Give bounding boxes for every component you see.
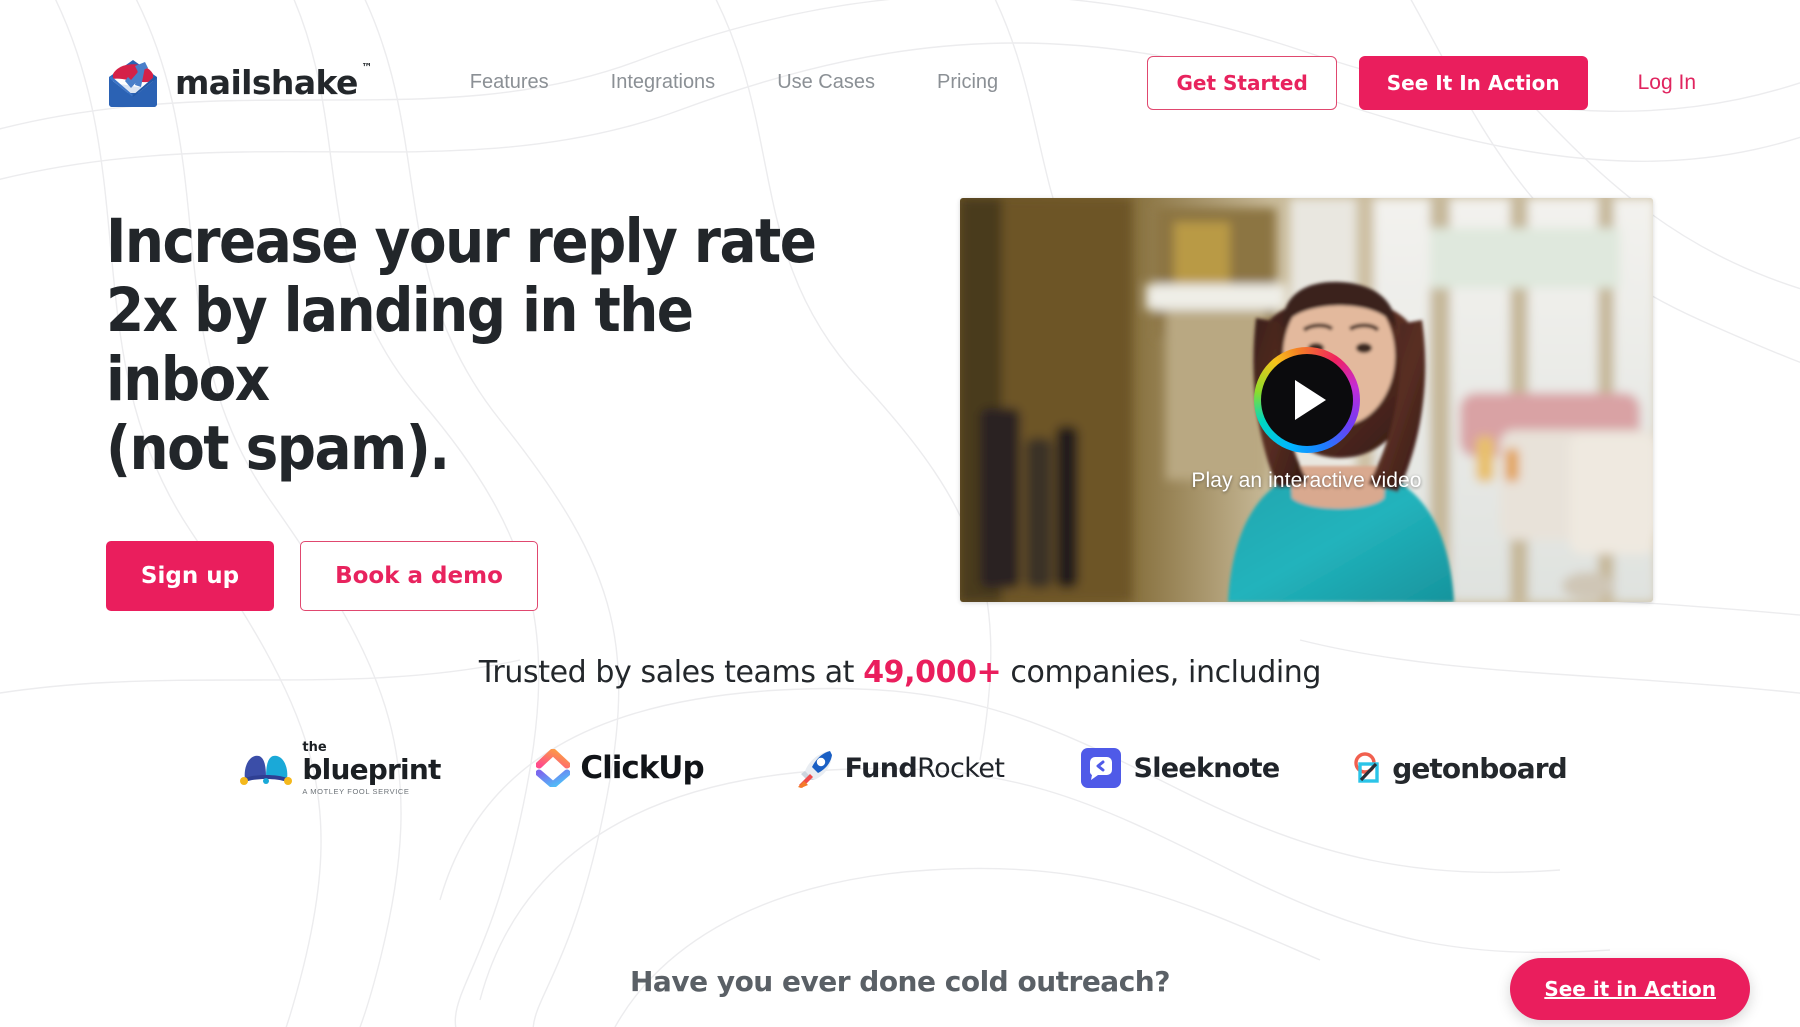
landing-page: mailshake ™ Features Integrations Use Cas… [0,0,1800,1027]
fundrocket-name: FundRocket [845,753,1005,784]
fundrocket-light: Rocket [917,752,1005,784]
login-link[interactable]: Log In [1638,71,1696,95]
hero-video-player[interactable]: Play an interactive video [960,198,1653,602]
brand-logo[interactable]: mailshake ™ [104,57,372,109]
sleeknote-speech-bubble-icon [1080,748,1121,788]
clickup-name: ClickUp [580,750,704,786]
page-title: Increase your reply rate 2x by landing i… [106,206,817,484]
play-inner [1260,354,1353,446]
nav-item-use-cases[interactable]: Use Cases [777,61,875,104]
sign-up-button[interactable]: Sign up [106,540,274,611]
rocket-icon [797,751,832,788]
social-proof-text: Trusted by sales teams at 49,000+ compan… [0,655,1800,690]
video-caption: Play an interactive video [1191,469,1422,492]
jester-hat-icon [240,755,293,785]
nav-item-integrations[interactable]: Integrations [611,61,716,104]
trademark-mark: ™ [361,61,372,74]
brand-name: mailshake ™ [175,61,372,102]
nav-item-pricing[interactable]: Pricing [937,61,998,104]
get-started-button[interactable]: Get Started [1147,55,1337,110]
fundrocket-bold: Fund [844,752,918,784]
blueprint-the: the [302,739,327,755]
hero-title-line-2: 2x by landing in the inbox [106,274,694,415]
logo-fundrocket[interactable]: FundRocket [760,735,1040,801]
trusted-suffix: companies, including [1001,655,1322,690]
primary-nav: Features Integrations Use Cases Pricing [470,61,998,104]
header-actions: Get Started See It In Action Log In [1147,55,1696,110]
trusted-prefix: Trusted by sales teams at [478,655,864,690]
hero-copy: Increase your reply rate 2x by landing i… [106,206,896,611]
hero-title-line-1: Increase your reply rate [106,206,817,277]
logo-getonboard[interactable]: getonboard [1320,735,1600,801]
see-it-in-action-button[interactable]: See It In Action [1358,55,1588,110]
customer-count: 49,000+ [863,655,1002,690]
logo-the-blueprint[interactable]: the blueprint A MOTLEY FOOL SERVICE [200,735,480,801]
play-button[interactable] [1253,347,1360,453]
customer-logo-row: the blueprint A MOTLEY FOOL SERVICE Clic… [0,735,1800,801]
book-a-demo-button[interactable]: Book a demo [300,540,538,611]
open-envelope-icon [109,59,157,107]
hero-title-line-3: (not spam). [106,412,450,484]
play-triangle-icon [1295,380,1326,420]
logo-clickup[interactable]: ClickUp [480,735,760,801]
site-header: mailshake ™ Features Integrations Use Cas… [0,0,1800,165]
logo-sleeknote[interactable]: Sleeknote [1040,735,1320,801]
getonboard-mark-icon [1354,752,1379,783]
blueprint-tagline: A MOTLEY FOOL SERVICE [302,786,410,796]
hero-actions: Sign up Book a demo [106,540,896,611]
sleeknote-name: Sleeknote [1133,752,1281,784]
nav-item-features[interactable]: Features [470,61,549,104]
clickup-gradient-icon [536,749,571,787]
blueprint-name: blueprint [302,752,441,786]
floating-see-it-in-action-button[interactable]: See it in Action [1510,958,1750,1020]
getonboard-name: getonboard [1392,751,1568,785]
